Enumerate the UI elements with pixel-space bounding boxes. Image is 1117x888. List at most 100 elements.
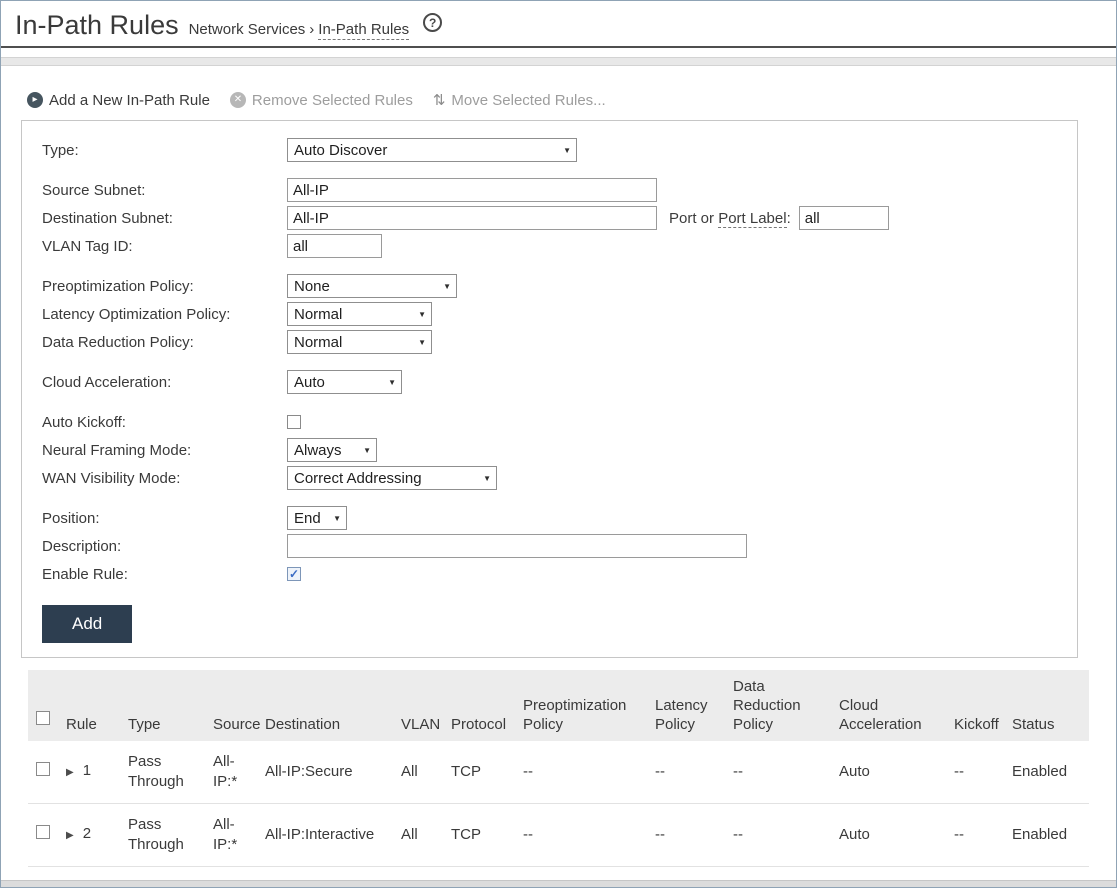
type-select[interactable]: Auto Discover ▼ (287, 138, 577, 162)
preoptimization-policy-select[interactable]: None ▼ (287, 274, 457, 298)
cell-vlan: All (393, 804, 443, 867)
form-row-preoptimization: Preoptimization Policy: None ▼ (42, 273, 1057, 299)
vlan-tag-label: VLAN Tag ID: (42, 238, 287, 255)
dropdown-icon: ▼ (388, 378, 396, 387)
wan-visibility-label: WAN Visibility Mode: (42, 470, 287, 487)
add-rule-label: Add a New In-Path Rule (49, 92, 210, 109)
cloud-acceleration-value: Auto (294, 374, 325, 391)
neural-framing-label: Neural Framing Mode: (42, 442, 287, 459)
cell-vlan: All (393, 741, 443, 804)
cell-latency-policy: -- (647, 804, 725, 867)
description-label: Description: (42, 538, 287, 555)
dropdown-icon: ▼ (333, 514, 341, 523)
neural-framing-select[interactable]: Always ▼ (287, 438, 377, 462)
expand-row-icon[interactable]: ▶ (66, 767, 74, 778)
move-arrows-icon: ⇅ (433, 93, 446, 108)
col-destination: Destination (257, 670, 393, 741)
cell-type: Pass Through (120, 804, 205, 867)
vlan-tag-input[interactable] (287, 234, 382, 258)
form-row-vlan: VLAN Tag ID: (42, 233, 1057, 259)
cell-source: All-IP:* (205, 741, 257, 804)
breadcrumb: Network Services›In-Path Rules (189, 21, 410, 38)
port-or-port-label: Port or Port Label: (669, 210, 791, 227)
dropdown-icon: ▼ (363, 446, 371, 455)
rule-number: 1 (83, 762, 91, 779)
row-checkbox[interactable] (36, 762, 50, 776)
port-input[interactable] (799, 206, 889, 230)
breadcrumb-separator: › (309, 21, 314, 38)
select-all-checkbox[interactable] (36, 711, 50, 725)
row-checkbox[interactable] (36, 825, 50, 839)
col-data-reduction-policy: Data Reduction Policy (725, 670, 831, 741)
cell-data-reduction-policy: -- (725, 804, 831, 867)
cell-protocol: TCP (443, 804, 515, 867)
cell-kickoff: -- (946, 741, 1004, 804)
remove-rules-label: Remove Selected Rules (252, 92, 413, 109)
cell-destination: All-IP:Secure (257, 741, 393, 804)
cell-preoptimization-policy: -- (515, 741, 647, 804)
wan-visibility-select[interactable]: Correct Addressing ▼ (287, 466, 497, 490)
rule-number: 2 (83, 825, 91, 842)
table-row: ▶ 1 Pass Through All-IP:* All-IP:Secure A… (28, 741, 1089, 804)
cell-type: Pass Through (120, 741, 205, 804)
latency-policy-select[interactable]: Normal ▼ (287, 302, 432, 326)
breadcrumb-parent[interactable]: Network Services (189, 21, 306, 38)
form-row-neural-framing: Neural Framing Mode: Always ▼ (42, 437, 1057, 463)
form-row-description: Description: (42, 533, 1057, 559)
move-rules-button[interactable]: ⇅ Move Selected Rules... (433, 92, 606, 109)
remove-rules-button[interactable]: ✕ Remove Selected Rules (230, 92, 413, 109)
breadcrumb-current[interactable]: In-Path Rules (318, 21, 409, 40)
position-select[interactable]: End ▼ (287, 506, 347, 530)
form-row-cloud: Cloud Acceleration: Auto ▼ (42, 369, 1057, 395)
auto-kickoff-checkbox[interactable] (287, 415, 301, 429)
col-preoptimization-policy: Preoptimization Policy (515, 670, 647, 741)
description-input[interactable] (287, 534, 747, 558)
col-protocol: Protocol (443, 670, 515, 741)
col-type: Type (120, 670, 205, 741)
enable-rule-label: Enable Rule: (42, 566, 287, 583)
data-reduction-policy-value: Normal (294, 334, 342, 351)
cell-cloud-acceleration: Auto (831, 741, 946, 804)
col-cloud-acceleration: Cloud Acceleration (831, 670, 946, 741)
form-row-auto-kickoff: Auto Kickoff: (42, 409, 1057, 435)
dropdown-icon: ▼ (418, 310, 426, 319)
neural-framing-value: Always (294, 442, 342, 459)
remove-circle-icon: ✕ (230, 92, 246, 108)
latency-policy-label: Latency Optimization Policy: (42, 306, 287, 323)
type-label: Type: (42, 142, 287, 159)
position-value: End (294, 510, 321, 527)
data-reduction-policy-label: Data Reduction Policy: (42, 334, 287, 351)
port-label-prefix: Port or (669, 210, 718, 227)
auto-kickoff-label: Auto Kickoff: (42, 414, 287, 431)
add-button[interactable]: Add (42, 605, 132, 643)
col-kickoff: Kickoff (946, 670, 1004, 741)
col-status: Status (1004, 670, 1089, 741)
port-label-suffix: : (787, 210, 791, 227)
cell-status: Enabled (1004, 804, 1089, 867)
wan-visibility-value: Correct Addressing (294, 470, 422, 487)
add-rule-form: Type: Auto Discover ▼ Source Subnet: Des… (21, 120, 1078, 658)
port-label-link[interactable]: Port Label (718, 210, 786, 228)
enable-rule-checkbox[interactable]: ✓ (287, 567, 301, 581)
table-row: ▶2 Pass Through All-IP:* All-IP:Interact… (28, 804, 1089, 867)
source-subnet-label: Source Subnet: (42, 182, 287, 199)
data-reduction-policy-select[interactable]: Normal ▼ (287, 330, 432, 354)
rules-toolbar: ▸ Add a New In-Path Rule ✕ Remove Select… (27, 90, 1116, 110)
form-row-position: Position: End ▼ (42, 505, 1057, 531)
help-icon[interactable]: ? (423, 13, 442, 32)
position-label: Position: (42, 510, 287, 527)
source-subnet-input[interactable] (287, 178, 657, 202)
dropdown-icon: ▼ (483, 474, 491, 483)
expand-row-icon[interactable]: ▶ (66, 830, 74, 841)
destination-subnet-input[interactable] (287, 206, 657, 230)
cell-data-reduction-policy: -- (725, 741, 831, 804)
dropdown-icon: ▼ (443, 282, 451, 291)
add-rule-button[interactable]: ▸ Add a New In-Path Rule (27, 92, 210, 109)
dropdown-icon: ▼ (563, 146, 571, 155)
in-path-rules-page: In-Path Rules Network Services›In-Path R… (0, 0, 1117, 888)
cloud-acceleration-select[interactable]: Auto ▼ (287, 370, 402, 394)
latency-policy-value: Normal (294, 306, 342, 323)
move-rules-label: Move Selected Rules... (451, 92, 605, 109)
col-rule: Rule (58, 670, 120, 741)
rules-table: Rule Type Source Destination VLAN Protoc… (28, 670, 1089, 867)
